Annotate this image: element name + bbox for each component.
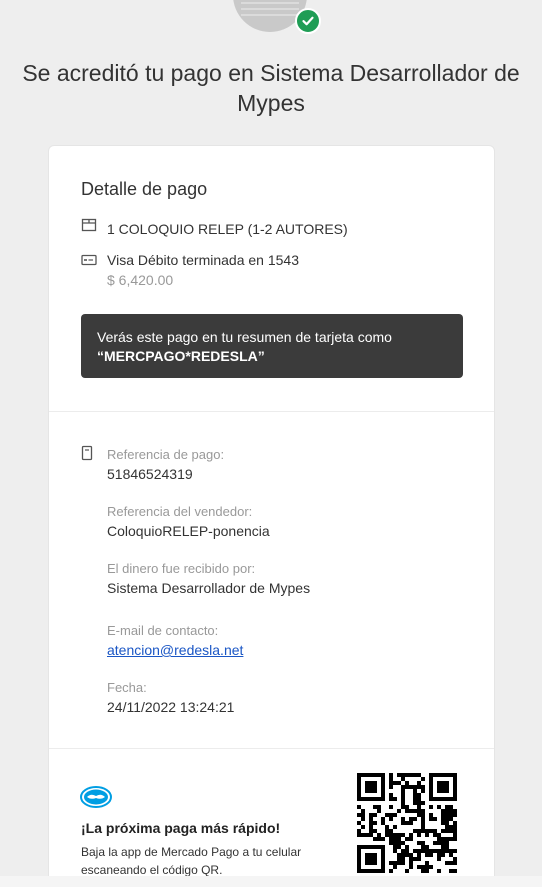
credit-card-icon — [81, 254, 97, 266]
notice-text: Verás este pago en tu resumen de tarjeta… — [97, 329, 392, 345]
item-name: 1 COLOQUIO RELEP (1-2 AUTORES) — [107, 221, 348, 237]
promo-title: ¡La próxima paga más rápido! — [81, 820, 281, 836]
payment-reference-value: 51846524319 — [107, 466, 193, 482]
check-icon — [295, 8, 321, 34]
date-label: Fecha: — [107, 680, 147, 695]
box-icon — [81, 218, 97, 232]
qr-code[interactable] — [357, 773, 457, 873]
receipt-icon — [81, 445, 93, 461]
references-section: Referencia de pago: 51846524319 Referenc… — [49, 411, 494, 749]
contact-email-label: E-mail de contacto: — [107, 623, 219, 638]
app-promo-section: ¡La próxima paga más rápido! Baja la app… — [49, 748, 494, 884]
detail-title: Detalle de pago — [81, 179, 208, 199]
seller-reference-value: ColoquioRELEP-ponencia — [107, 523, 270, 539]
payment-card: Detalle de pago 1 COLOQUIO RELEP (1-2 AU… — [48, 145, 495, 885]
payment-amount: $ 6,420.00 — [107, 272, 174, 288]
receiver-label: El dinero fue recibido por: — [107, 561, 256, 576]
payment-reference-label: Referencia de pago: — [107, 447, 225, 462]
contact-email-link[interactable]: atencion@redesla.net — [107, 642, 243, 658]
page-title: Se acreditó tu pago en Sistema Desarroll… — [22, 60, 520, 116]
promo-text: Baja la app de Mercado Pago a tu celular… — [81, 845, 302, 877]
seller-reference-label: Referencia del vendedor: — [107, 504, 253, 519]
bottom-strip — [0, 876, 542, 887]
receiver-value: Sistema Desarrollador de Mypes — [107, 580, 311, 596]
date-value: 24/11/2022 13:24:21 — [107, 699, 235, 715]
statement-notice: Verás este pago en tu resumen de tarjeta… — [81, 314, 463, 378]
payment-method: Visa Débito terminada en 1543 — [107, 252, 299, 268]
payment-detail-section: Detalle de pago 1 COLOQUIO RELEP (1-2 AU… — [49, 146, 494, 412]
notice-descriptor: “MERCPAGO*REDESLA” — [97, 348, 265, 364]
mercado-pago-logo — [80, 786, 112, 808]
